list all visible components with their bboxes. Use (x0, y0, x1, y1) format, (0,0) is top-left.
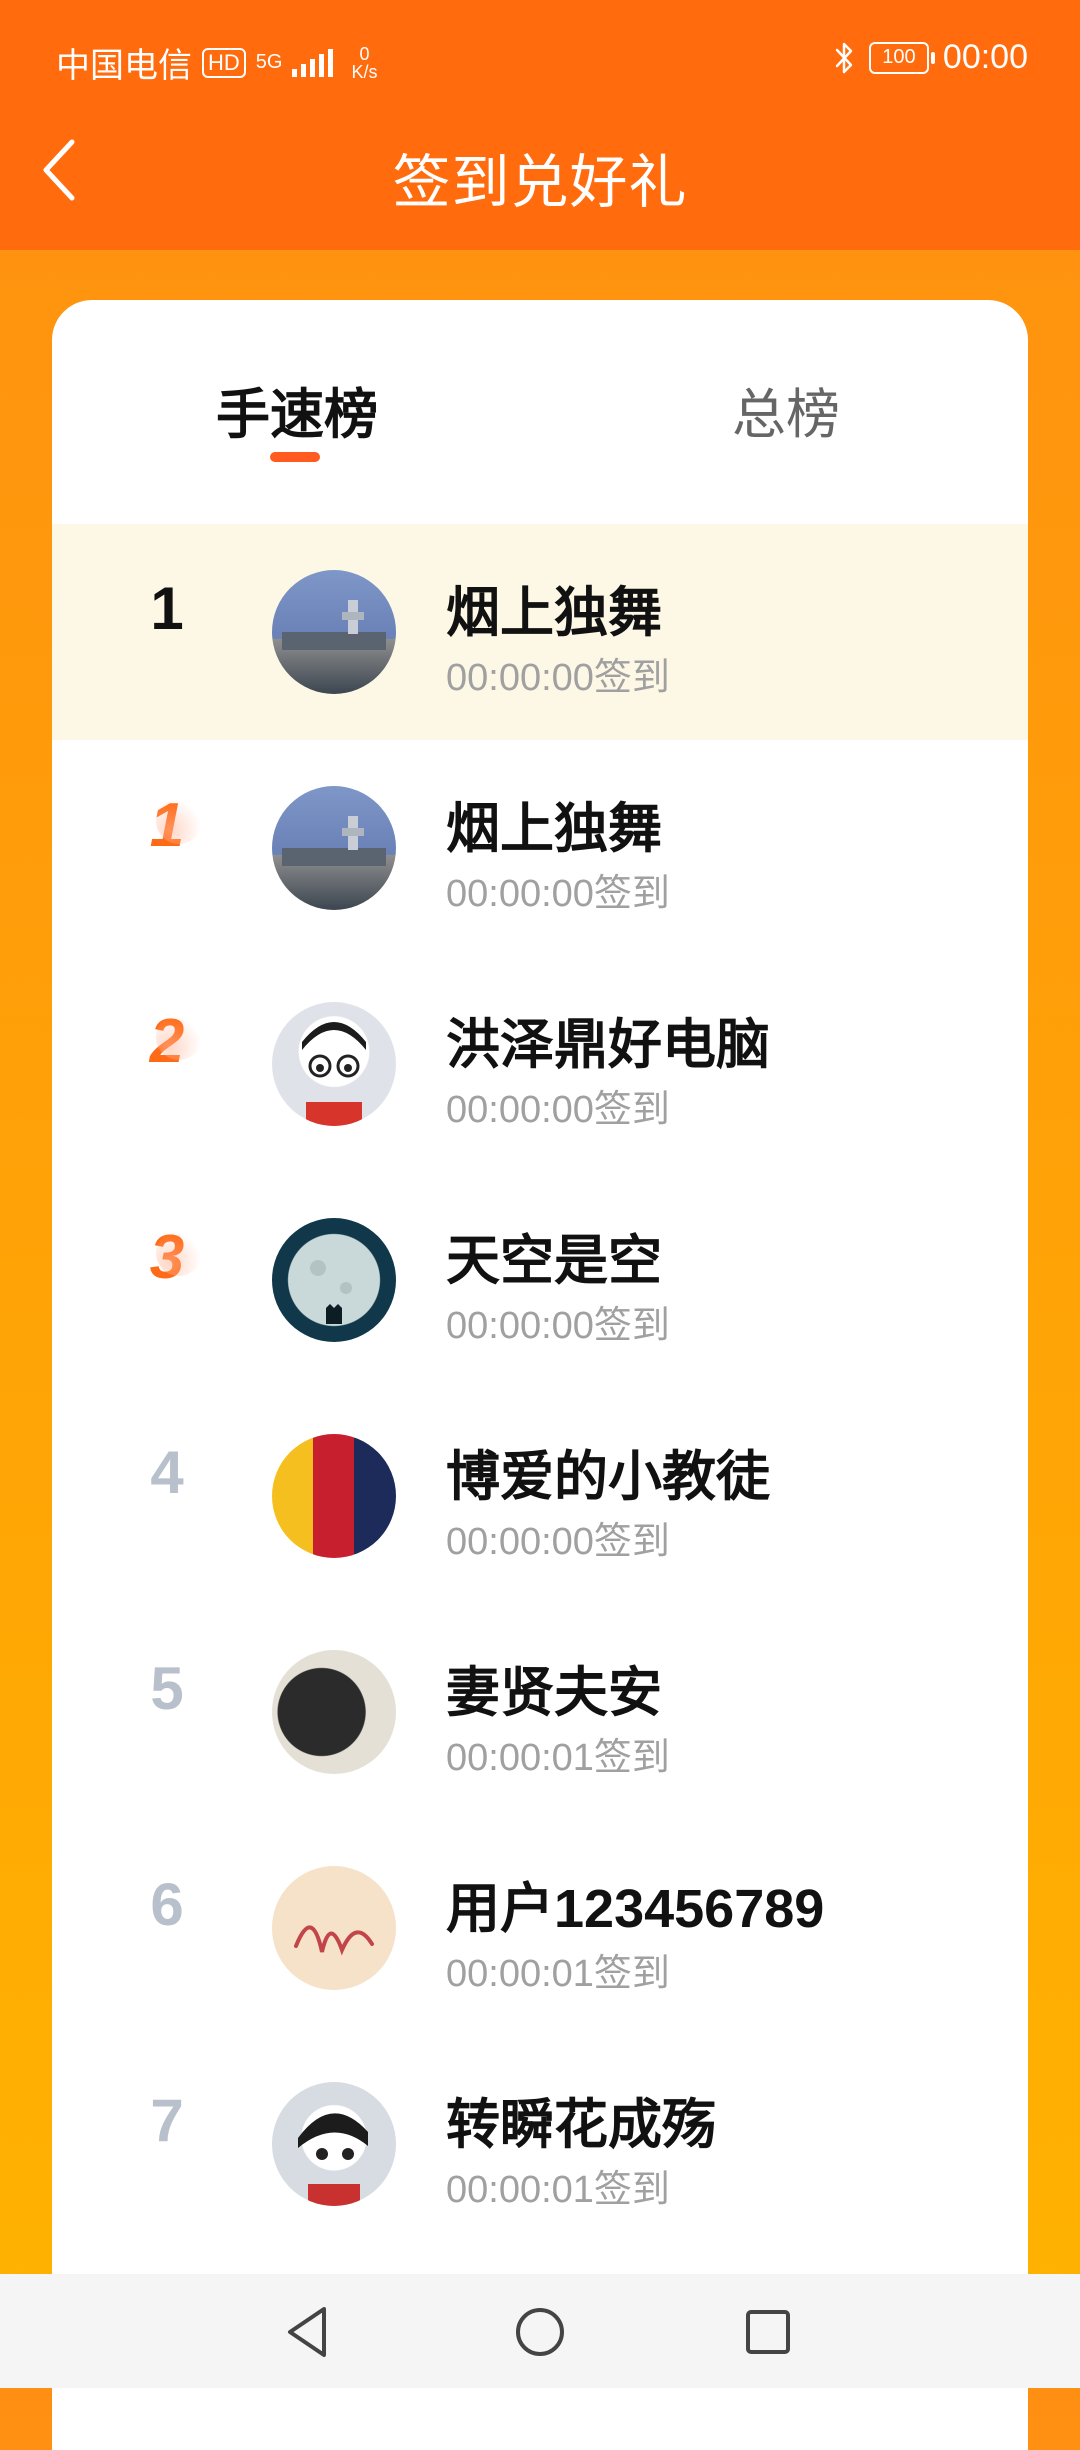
list-item-my-rank[interactable]: 1 烟上独舞 00:00:00签到 (52, 524, 1028, 740)
rank-number: 6 (150, 1871, 184, 1938)
avatar (272, 1002, 396, 1126)
clock: 00:00 (942, 38, 1028, 76)
checkin-time: 00:00:00签到 (446, 1305, 670, 1347)
list-item[interactable]: 1 烟上独舞 00:00:00签到 (52, 740, 1028, 956)
battery-icon: 100 (868, 41, 935, 74)
avatar (272, 1866, 396, 1990)
nav-home-button[interactable] (510, 2302, 570, 2362)
user-name: 天空是空 (446, 1231, 662, 1291)
list-item[interactable]: 3 天空是空 00:00:00签到 (52, 1172, 1028, 1388)
checkin-time: 00:00:00签到 (446, 1089, 670, 1131)
nav-back-button[interactable] (278, 2302, 338, 2362)
triangle-back-icon (288, 2307, 326, 2357)
network-speed: 0 K/s (351, 45, 377, 81)
list-item[interactable]: 5 妻贤夫安 00:00:01签到 (52, 1604, 1028, 1820)
list-item[interactable]: 6 用户123456789 00:00:01签到 (52, 1820, 1028, 2036)
avatar (272, 1434, 396, 1558)
avatar (272, 570, 396, 694)
user-name: 烟上独舞 (446, 583, 662, 643)
user-name: 洪泽鼎好电脑 (446, 1015, 770, 1075)
list-item[interactable]: 7 转瞬花成殇 00:00:01签到 (52, 2036, 1028, 2252)
user-name: 烟上独舞 (446, 799, 662, 859)
rank-number: 7 (150, 2087, 184, 2154)
page-title: 签到兑好礼 (392, 150, 688, 215)
tab-speed-ranking[interactable]: 手速榜 (216, 370, 378, 449)
circle-home-icon (516, 2308, 564, 2356)
bluetooth-icon (835, 42, 853, 73)
user-name: 妻贤夫安 (446, 1663, 662, 1723)
active-tab-indicator (270, 452, 320, 462)
avatar (272, 786, 396, 910)
rank-number: 1 (150, 575, 184, 642)
speed-unit: K/s (351, 61, 378, 82)
leaderboard-card: 手速榜 总榜 1 烟上独舞 00:00:00签到 1 烟上独舞 00:00:00… (52, 300, 1028, 2450)
user-name: 用户123456789 (446, 1879, 825, 1939)
system-nav-bar (0, 2274, 1080, 2388)
network-type: 5G (255, 51, 283, 73)
status-left: 中国电信 HD 5G 0 K/s (56, 38, 377, 87)
tab-bar: 手速榜 总榜 (52, 300, 1028, 524)
checkin-time: 00:00:01签到 (446, 1737, 670, 1779)
carrier-label: 中国电信 (56, 47, 192, 85)
top-bar: 中国电信 HD 5G 0 K/s 100 00:00 签到兑好礼 (0, 0, 1080, 250)
avatar (272, 1650, 396, 1774)
list-item[interactable]: 2 洪泽鼎好电脑 00:00:00签到 (52, 956, 1028, 1172)
checkin-time: 00:00:00签到 (446, 1521, 670, 1563)
rank-number: 2 (112, 1006, 222, 1077)
checkin-time: 00:00:01签到 (446, 2169, 670, 2211)
avatar (272, 2082, 396, 2206)
status-right: 100 00:00 (833, 38, 1028, 77)
speed-value: 0 (359, 43, 370, 64)
nav-recent-button[interactable] (738, 2302, 798, 2362)
rank-number: 1 (112, 790, 222, 861)
list-item[interactable]: 4 博爱的小教徒 00:00:00签到 (52, 1388, 1028, 1604)
checkin-time: 00:00:00签到 (446, 657, 670, 699)
square-recent-icon (746, 2310, 790, 2354)
rank-number: 4 (150, 1439, 184, 1506)
rank-number: 5 (150, 1655, 184, 1722)
user-name: 博爱的小教徒 (446, 1447, 770, 1507)
signal-icon (292, 48, 334, 77)
user-name: 转瞬花成殇 (446, 2095, 716, 2155)
rank-number: 3 (112, 1222, 222, 1293)
hd-badge: HD (202, 47, 246, 78)
checkin-time: 00:00:00签到 (446, 873, 670, 915)
avatar (272, 1218, 396, 1342)
battery-level: 100 (882, 46, 916, 68)
tab-total-ranking[interactable]: 总榜 (732, 370, 840, 449)
checkin-time: 00:00:01签到 (446, 1953, 670, 1995)
